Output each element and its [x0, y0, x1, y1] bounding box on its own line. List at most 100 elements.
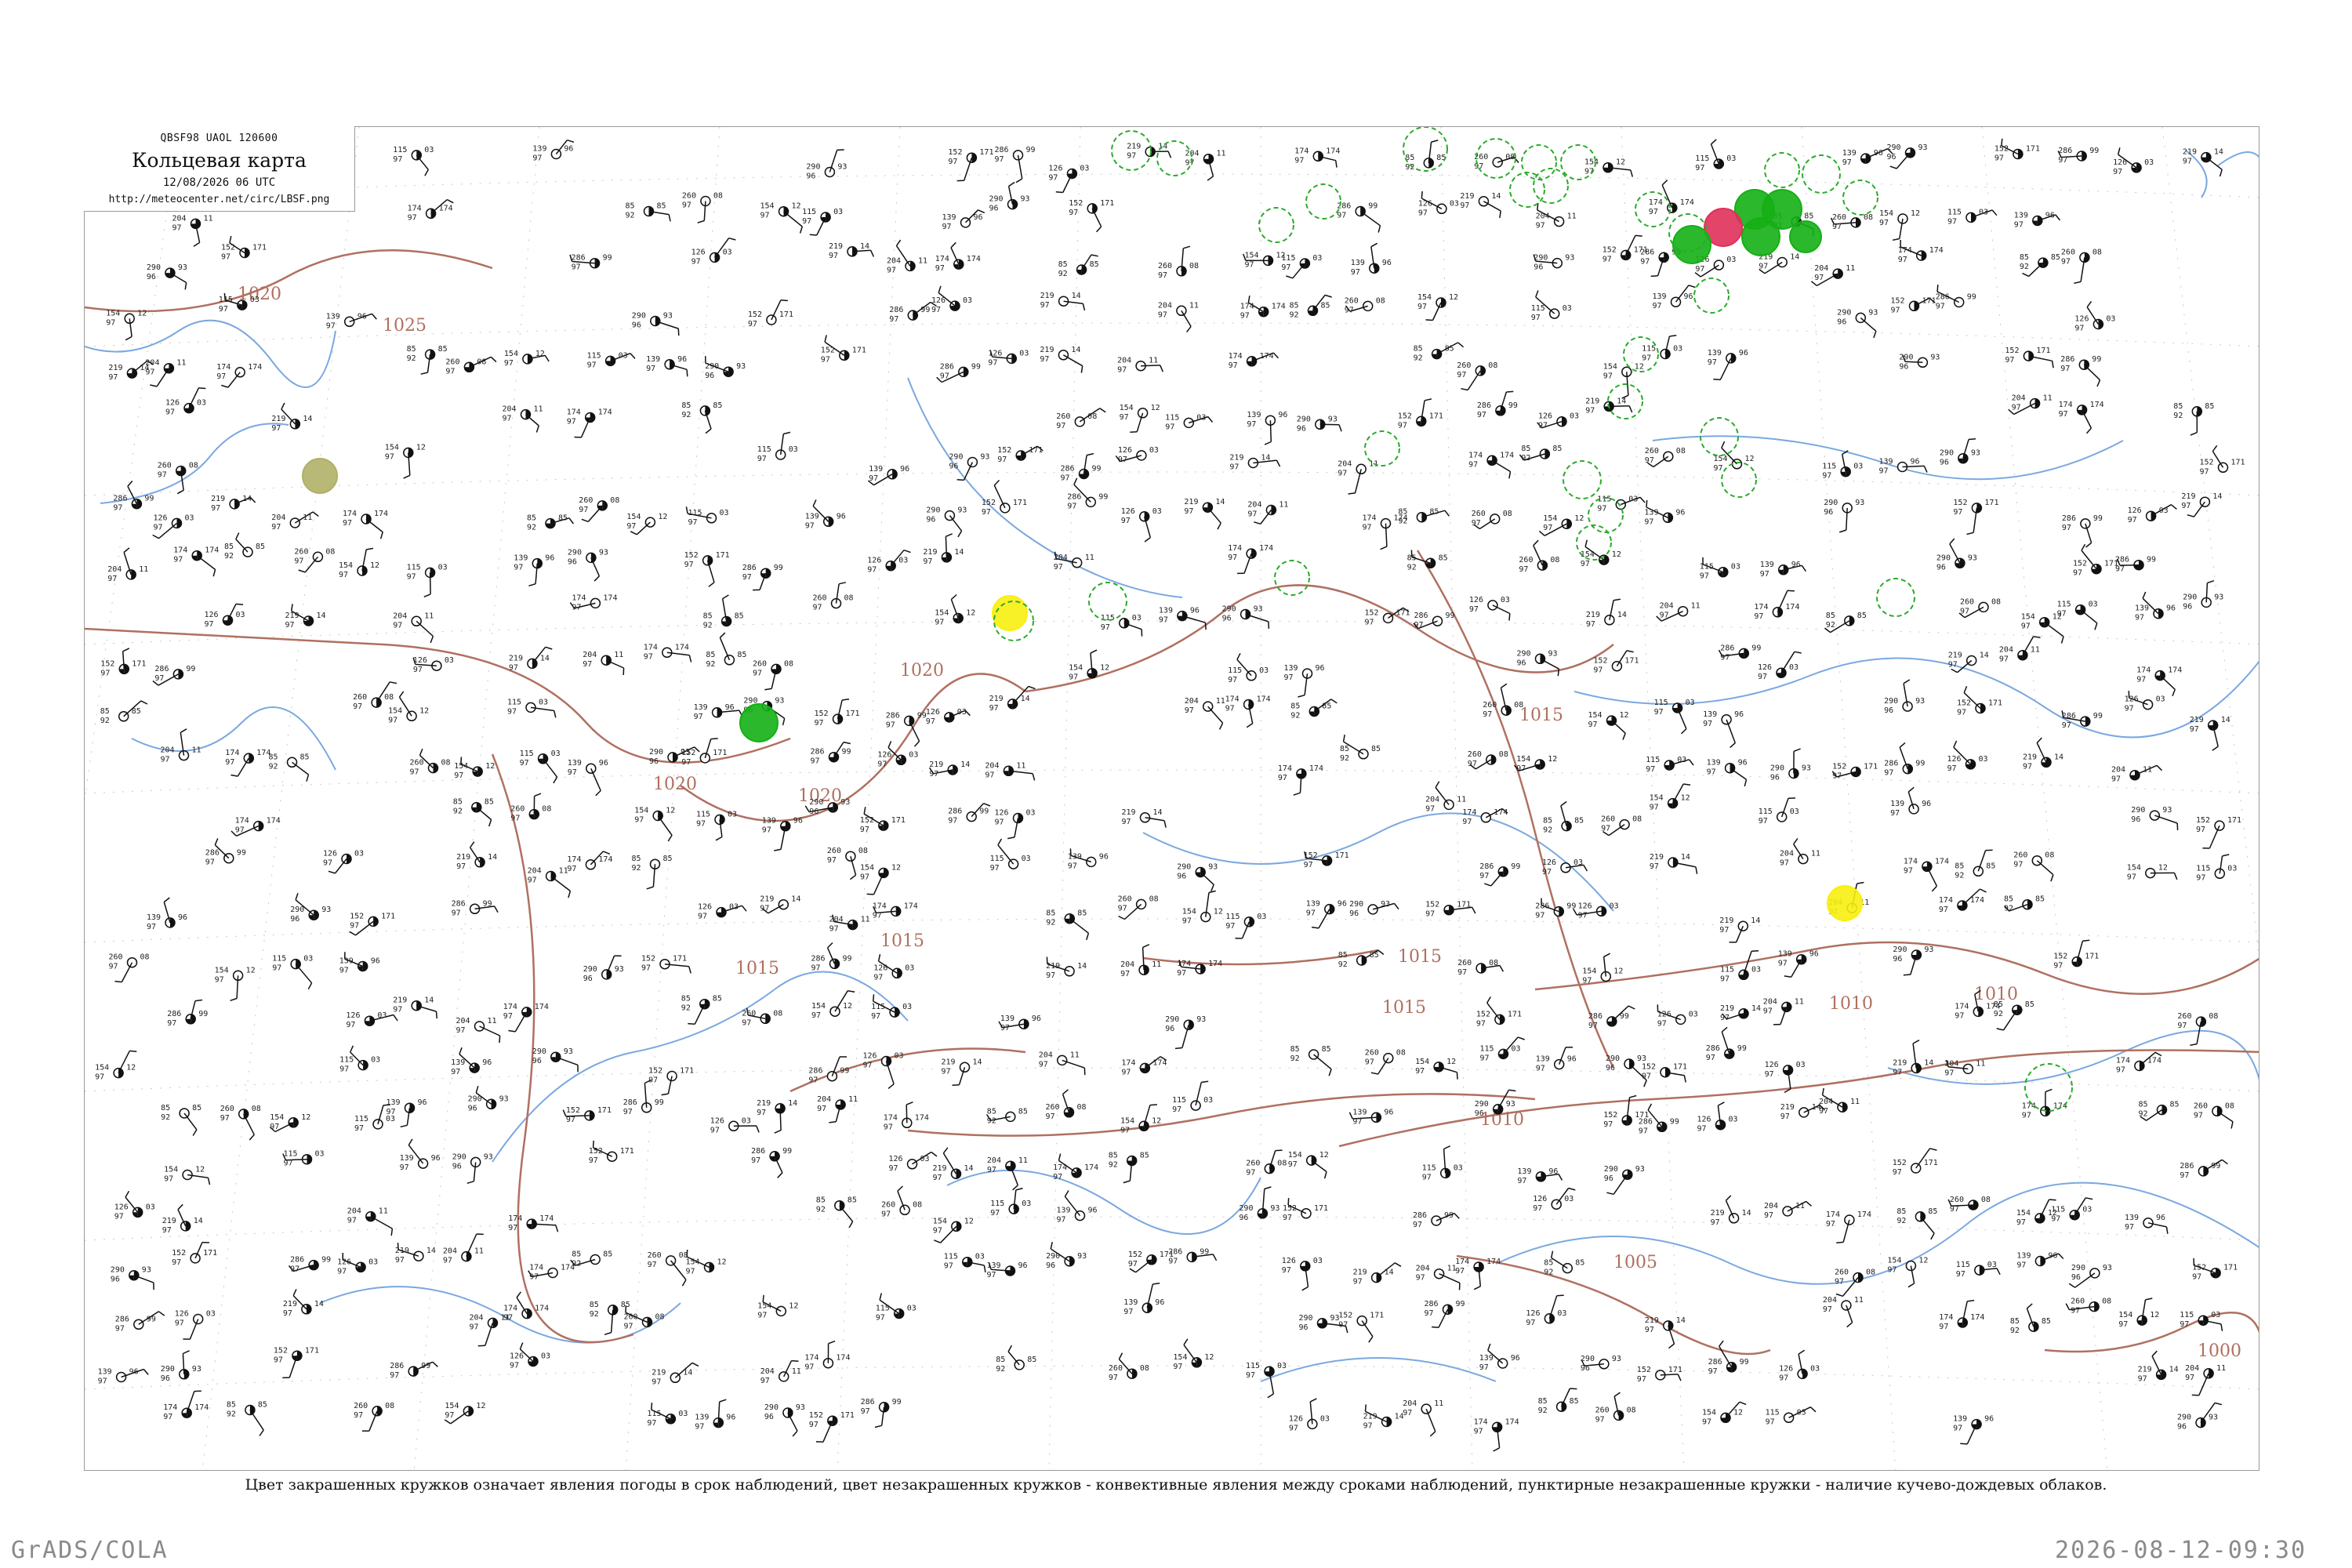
- station-temp: 260: [1835, 1269, 1849, 1277]
- station-pressure: 171: [1673, 1063, 1687, 1072]
- station-symbol: 17497174: [173, 546, 219, 577]
- station-temp: 126: [1526, 1309, 1540, 1318]
- station-temp: 219: [652, 1368, 666, 1377]
- station-temp: 115: [1766, 1408, 1780, 1417]
- wind-barb: [2086, 300, 2092, 308]
- station-pressure: 93: [1565, 254, 1574, 263]
- station-symbol: 2869799: [1936, 285, 1976, 311]
- station-temp: 290: [2183, 593, 2197, 601]
- station-pressure: 171: [1924, 1159, 1938, 1167]
- wind-shaft: [906, 1105, 908, 1123]
- station-dewpoint: 97: [283, 1309, 292, 1318]
- wind-shaft: [469, 847, 481, 863]
- wind-shaft: [429, 572, 431, 594]
- wind-barb: [1272, 352, 1279, 359]
- station-pressure: 08: [1489, 959, 1498, 967]
- cloud-cover-fill: [1657, 1127, 1662, 1132]
- station-dewpoint: 97: [1472, 519, 1481, 528]
- station-pressure: 03: [1132, 614, 1142, 622]
- station-dewpoint: 96: [2183, 602, 2192, 611]
- cumulonimbus-circle: [1364, 430, 1400, 466]
- precipitation-circle: [1789, 220, 1822, 253]
- station-dewpoint: 92: [1896, 1217, 1906, 1225]
- wind-barb: [1311, 926, 1319, 929]
- isobar-line: [907, 1093, 1536, 1137]
- station-symbol: 2049711: [443, 1233, 484, 1265]
- station-symbol: 859285: [1405, 140, 1446, 172]
- station-dewpoint: 92: [1543, 826, 1552, 835]
- station-symbol: 1269703: [1469, 596, 1511, 621]
- station-dewpoint: 97: [385, 452, 394, 461]
- station-dewpoint: 97: [1640, 257, 1650, 266]
- wind-barb: [419, 748, 423, 756]
- station-symbol: 2909693: [1177, 863, 1218, 891]
- station-pressure: 12: [1733, 1408, 1743, 1417]
- isobar-label: 1010: [1480, 1110, 1524, 1130]
- station-temp: 85: [1290, 301, 1299, 310]
- station-pressure: 96: [2045, 212, 2055, 220]
- map-url[interactable]: http://meteocenter.net/circ/LBSF.png: [84, 194, 354, 205]
- station-dewpoint: 97: [1586, 620, 1595, 629]
- station-temp: 204: [2111, 766, 2125, 775]
- station-pressure: 11: [534, 405, 543, 414]
- station-dewpoint: 97: [1120, 1126, 1130, 1134]
- station-temp: 260: [1056, 412, 1070, 421]
- station-dewpoint: 97: [760, 905, 769, 913]
- station-pressure: 03: [185, 514, 194, 522]
- station-symbol: 17497174: [2116, 1051, 2162, 1075]
- station-dewpoint: 97: [175, 1319, 184, 1328]
- station-temp: 115: [944, 1253, 958, 1261]
- wind-barb: [184, 282, 187, 290]
- station-symbol: 2049711: [987, 1156, 1028, 1191]
- wind-barb: [2051, 361, 2054, 368]
- station-circle: [1611, 660, 1623, 672]
- wind-barb: [874, 1425, 882, 1428]
- wind-shaft: [2080, 609, 2098, 624]
- station-temp: 219: [1948, 652, 1962, 660]
- station-pressure: 174: [1970, 896, 1984, 905]
- station-temp: 260: [1118, 895, 1132, 903]
- station-pressure: 96: [1316, 664, 1325, 673]
- station-pressure: 174: [1272, 303, 1286, 311]
- station-dewpoint: 92: [1521, 454, 1530, 463]
- station-temp: 204: [1158, 301, 1172, 310]
- station-pressure: 171: [1922, 296, 1936, 305]
- cloud-cover-fill: [1603, 167, 1608, 172]
- wind-barb: [1444, 510, 1450, 517]
- station-pressure: 85: [300, 753, 310, 761]
- station-dewpoint: 97: [1182, 917, 1192, 926]
- station-dewpoint: 97: [751, 1156, 760, 1165]
- station-pressure: 96: [1922, 800, 1931, 808]
- cloud-cover-fill: [1203, 158, 1209, 164]
- station-pressure: 03: [902, 1003, 912, 1011]
- station-dewpoint: 97: [1172, 1105, 1181, 1114]
- wind-barb: [163, 897, 170, 903]
- synoptic-map[interactable]: 1025 1020 1020 1020 1020 1015 1015 1015 1015 1015…: [84, 126, 2259, 1471]
- station-pressure: 174: [598, 855, 612, 864]
- station-temp: 219: [2138, 1365, 2152, 1374]
- station-dewpoint: 97: [109, 963, 118, 971]
- station-temp: 126: [2113, 158, 2127, 167]
- station-dewpoint: 97: [165, 408, 175, 417]
- cloud-cover-fill: [896, 760, 902, 765]
- wind-barb: [349, 931, 356, 936]
- wind-barb: [2190, 432, 2198, 436]
- station-dewpoint: 97: [948, 158, 957, 166]
- station-dewpoint: 92: [632, 864, 641, 873]
- station-symbol: 2199714: [2190, 716, 2230, 751]
- station-temp: 174: [1468, 451, 1483, 459]
- station-temp: 115: [1101, 614, 1115, 622]
- station-pressure: 11: [379, 1207, 388, 1216]
- wind-barb: [1493, 1447, 1500, 1452]
- wind-barb: [1719, 1340, 1724, 1347]
- station-pressure: 171: [852, 346, 866, 354]
- station-symbol: 2609708: [881, 1185, 922, 1218]
- wind-barb: [379, 532, 383, 539]
- station-dewpoint: 97: [172, 223, 182, 232]
- station-pressure: 08: [2209, 1012, 2218, 1021]
- cloud-cover-fill: [1718, 572, 1723, 577]
- station-temp: 115: [219, 296, 233, 304]
- station-pressure: 11: [1149, 357, 1158, 365]
- station-dewpoint: 97: [1588, 1022, 1598, 1030]
- station-symbol: 2869799: [205, 838, 246, 867]
